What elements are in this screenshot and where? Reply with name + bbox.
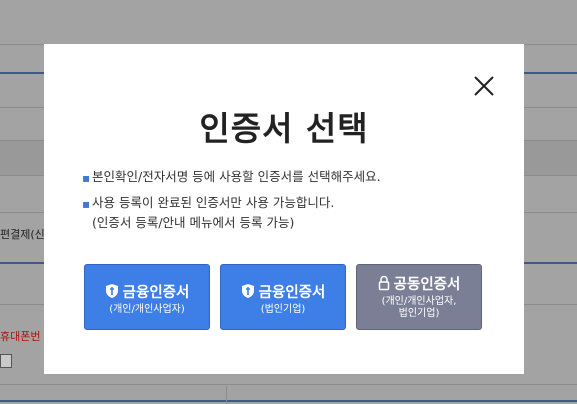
bg-divider — [226, 386, 227, 404]
bg-label-payment: 편결제(신 — [0, 228, 45, 241]
button-title: 금융인증서 — [258, 284, 326, 301]
bullet-icon: ▪ — [82, 171, 91, 185]
button-subtitle-line1: (개인/개인사업자, — [381, 296, 457, 307]
notice-item: ▪ 본인확인/전자서명 등에 사용할 인증서를 선택해주세요. — [82, 168, 492, 186]
financial-cert-corporate-button[interactable]: 금융인증서 (법인기업) — [220, 264, 346, 330]
button-subtitle-line2: 법인기업) — [398, 308, 440, 319]
bg-label-phone: 휴대폰번 — [0, 330, 41, 343]
close-button[interactable] — [472, 74, 496, 98]
dialog-title: 인증서 선택 — [199, 109, 369, 148]
lock-icon — [378, 275, 389, 291]
notice-list: ▪ 본인확인/전자서명 등에 사용할 인증서를 선택해주세요. ▪ 사용 등록이… — [82, 168, 492, 232]
notice-item: ▪ 사용 등록이 완료된 인증서만 사용 가능합니다. — [82, 194, 492, 212]
button-subtitle: (개인/개인사업자) — [109, 304, 185, 315]
button-title-row: 금융인증서 — [85, 281, 209, 301]
button-title: 금융인증서 — [122, 284, 190, 301]
button-subtitle: (법인기업) — [260, 304, 306, 315]
close-icon — [474, 76, 494, 96]
bullet-icon: ▪ — [82, 197, 91, 211]
joint-cert-button[interactable]: 공동인증서 (개인/개인사업자, 법인기업) — [356, 264, 482, 330]
notice-text: 본인확인/전자서명 등에 사용할 인증서를 선택해주세요. — [92, 169, 381, 184]
notice-subtext: (인증서 등록/안내 메뉴에서 등록 가능) — [92, 215, 295, 230]
certificate-select-dialog: 인증서 선택 ▪ 본인확인/전자서명 등에 사용할 인증서를 선택해주세요. ▪… — [44, 44, 524, 374]
bg-divider — [0, 384, 577, 385]
bg-divider — [0, 400, 577, 402]
button-title-row: 공동인증서 — [357, 273, 481, 293]
button-title-row: 금융인증서 — [221, 281, 345, 301]
shield-icon — [241, 284, 254, 298]
button-title: 공동인증서 — [393, 276, 461, 293]
bg-checkbox[interactable] — [0, 354, 12, 368]
shield-icon — [105, 284, 118, 298]
notice-text: 사용 등록이 완료된 인증서만 사용 가능합니다. — [92, 195, 335, 210]
financial-cert-personal-button[interactable]: 금융인증서 (개인/개인사업자) — [84, 264, 210, 330]
